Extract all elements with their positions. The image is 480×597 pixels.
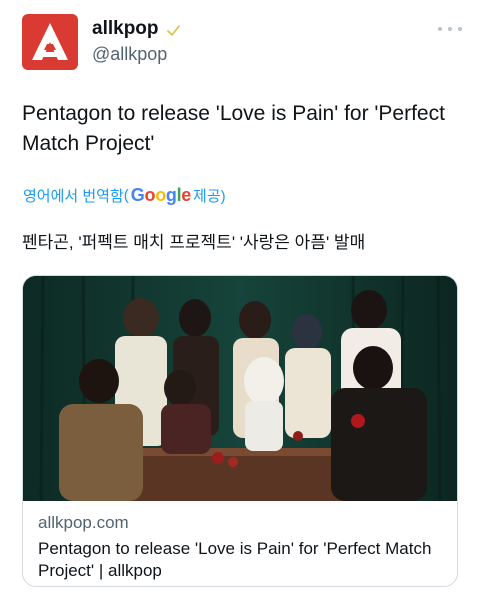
author-name[interactable]: allkpop bbox=[92, 18, 181, 40]
translate-suffix: 제공) bbox=[193, 188, 226, 205]
google-logo: Google bbox=[130, 185, 192, 206]
translated-text: 펜타곤, '퍼펙트 매치 프로젝트' '사랑은 아픔' 발매 bbox=[22, 233, 366, 252]
google-logo-letter: o bbox=[155, 185, 166, 205]
author-display-name: allkpop bbox=[92, 18, 159, 39]
allkpop-logo-icon bbox=[32, 23, 68, 60]
link-card-title: Pentagon to release 'Love is Pain' for '… bbox=[38, 539, 432, 580]
google-logo-letter: e bbox=[181, 185, 192, 205]
author-handle[interactable]: @allkpop bbox=[92, 44, 167, 65]
verified-check-icon bbox=[166, 22, 181, 37]
link-card-image[interactable] bbox=[23, 276, 457, 501]
translate-prefix: 영어에서 번역함 bbox=[23, 188, 124, 205]
avatar[interactable] bbox=[22, 14, 78, 70]
tweet-text: Pentagon to release 'Love is Pain' for '… bbox=[22, 102, 445, 155]
google-logo-letter: g bbox=[165, 185, 177, 205]
translation-attribution[interactable]: 영어에서 번역함(Google 제공) bbox=[23, 185, 226, 206]
tweet-header: allkpop @allkpop bbox=[22, 14, 462, 70]
link-card[interactable]: allkpop.com Pentagon to release 'Love is… bbox=[22, 275, 458, 587]
google-logo-letter: G bbox=[130, 185, 145, 205]
link-card-domain: allkpop.com bbox=[38, 513, 129, 532]
google-logo-letter: o bbox=[144, 185, 156, 205]
more-options-icon[interactable] bbox=[438, 22, 462, 36]
